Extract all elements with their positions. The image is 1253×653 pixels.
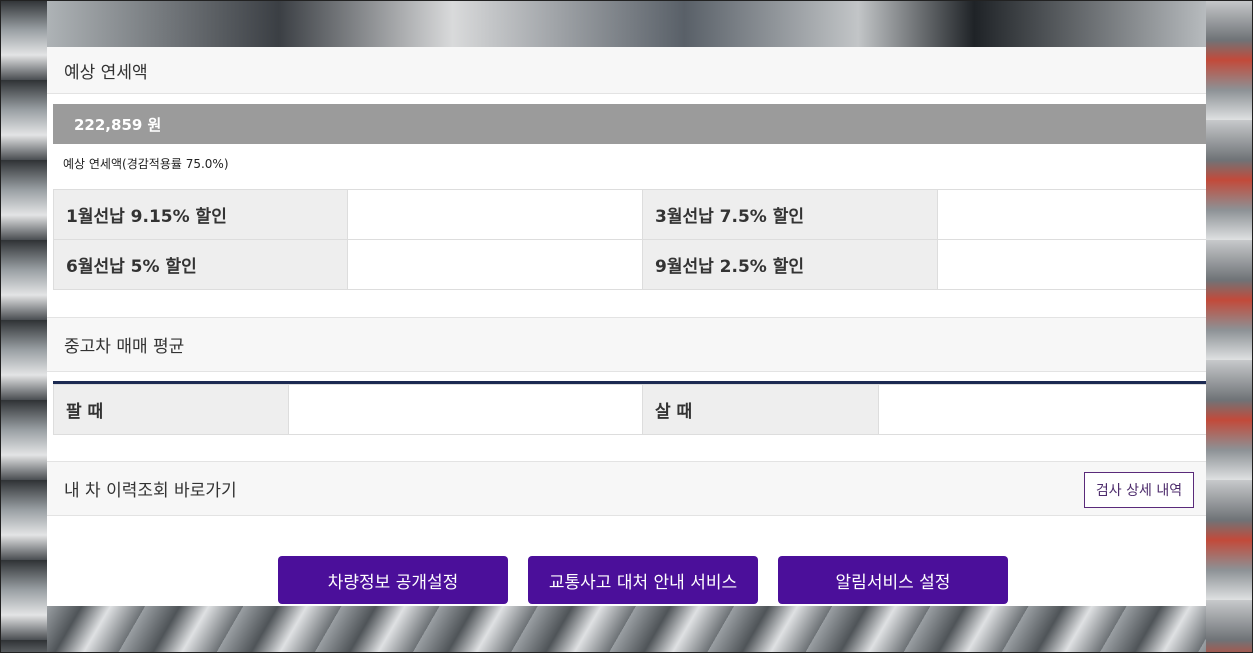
- tax-note: 예상 연세액(경감적용률 75.0%): [63, 157, 229, 171]
- discount-label: 1월선납 9.15% 할인: [53, 189, 348, 240]
- table-row: 6월선납 5% 할인 9월선납 2.5% 할인: [53, 239, 1206, 290]
- background-bottom: [47, 606, 1206, 653]
- tax-section-title: 예상 연세액: [47, 47, 1206, 94]
- discount-value: [937, 189, 1206, 240]
- info-panel: 예상 연세액 222,859 원 예상 연세액(경감적용률 75.0%) 1월선…: [47, 47, 1206, 606]
- discount-value: [347, 189, 643, 240]
- used-car-title: 중고차 매매 평균: [64, 337, 185, 357]
- background-left: [0, 0, 47, 653]
- table-row: 팔 때 살 때: [53, 384, 1206, 435]
- discount-label: 9월선납 2.5% 할인: [642, 239, 938, 290]
- sell-value: [288, 384, 643, 435]
- discount-value: [937, 239, 1206, 290]
- discount-label: 3월선납 7.5% 할인: [642, 189, 938, 240]
- history-title: 내 차 이력조회 바로가기: [64, 481, 237, 501]
- tax-title: 예상 연세액: [64, 62, 148, 83]
- used-car-price-table: 팔 때 살 때: [53, 384, 1206, 435]
- discount-value: [347, 239, 643, 290]
- prepay-discount-table: 1월선납 9.15% 할인 3월선납 7.5% 할인 6월선납 5% 할인 9월…: [53, 189, 1206, 290]
- vehicle-info-visibility-button[interactable]: 차량정보 공개설정: [278, 556, 508, 604]
- history-section-title: 내 차 이력조회 바로가기: [47, 461, 1206, 516]
- inspection-detail-button[interactable]: 검사 상세 내역: [1084, 472, 1194, 508]
- background-right: [1206, 0, 1253, 653]
- sell-label: 팔 때: [53, 384, 289, 435]
- accident-guide-service-button[interactable]: 교통사고 대처 안내 서비스: [528, 556, 758, 604]
- alert-service-settings-button[interactable]: 알림서비스 설정: [778, 556, 1008, 604]
- tax-amount: 222,859 원: [74, 115, 162, 134]
- discount-label: 6월선납 5% 할인: [53, 239, 348, 290]
- buy-label: 살 때: [642, 384, 879, 435]
- background-top: [47, 0, 1206, 47]
- table-row: 1월선납 9.15% 할인 3월선납 7.5% 할인: [53, 189, 1206, 240]
- tax-amount-bar: 222,859 원: [53, 104, 1206, 144]
- buy-value: [878, 384, 1206, 435]
- used-car-section-title: 중고차 매매 평균: [47, 317, 1206, 372]
